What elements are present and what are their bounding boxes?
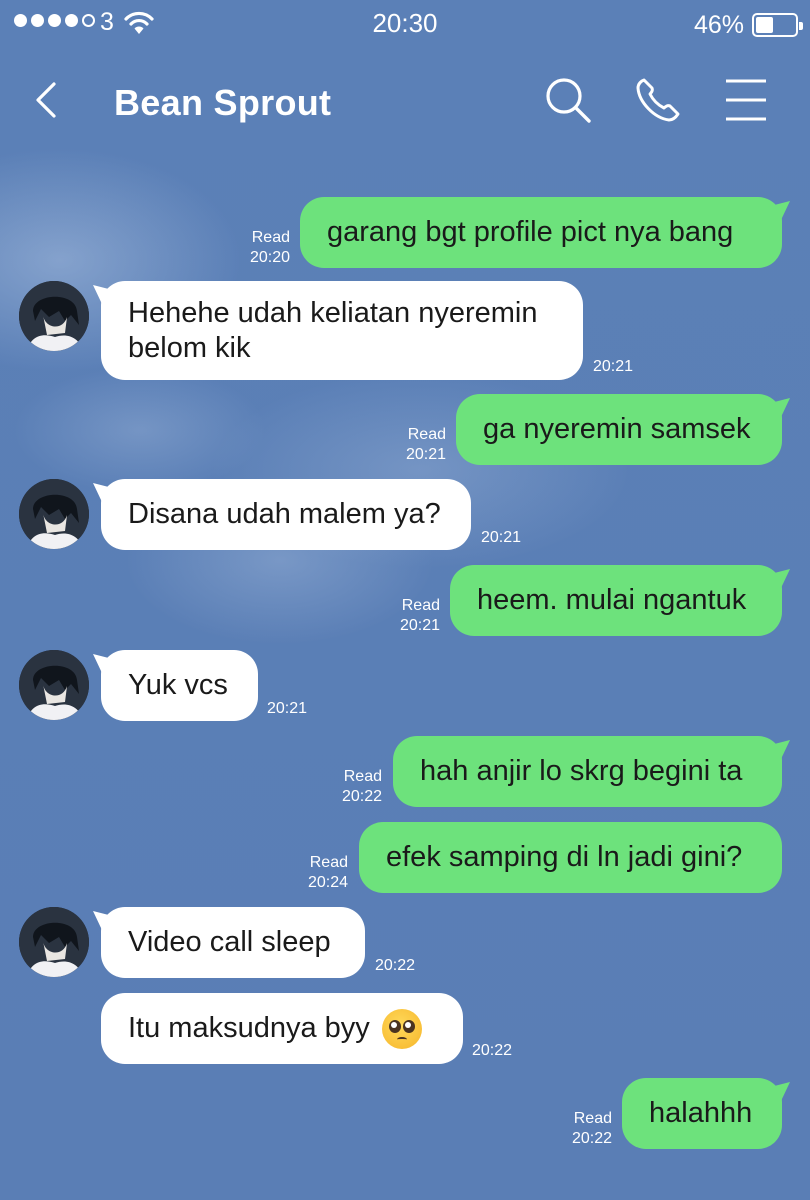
contact-avatar[interactable]: [19, 479, 89, 549]
avatar-image: [19, 281, 89, 351]
outgoing-message-bubble[interactable]: halahhh: [622, 1078, 782, 1149]
read-receipt: Read 20:21: [399, 597, 440, 634]
message-text: Video call sleep: [128, 926, 331, 958]
read-receipt: Read 20:21: [405, 426, 446, 463]
message-text: Disana udah malem ya?: [128, 498, 441, 530]
outgoing-message-bubble[interactable]: heem. mulai ngantuk: [450, 565, 782, 636]
message-text: Yuk vcs: [128, 669, 228, 701]
contact-avatar[interactable]: [19, 907, 89, 977]
message-time: 20:21: [267, 700, 308, 717]
message-text: Itu maksudnya byy: [128, 1012, 370, 1044]
incoming-message-bubble[interactable]: Disana udah malem ya?: [101, 479, 471, 550]
read-receipt: Read 20:22: [571, 1110, 612, 1147]
outgoing-message-bubble[interactable]: garang bgt profile pict nya bang: [300, 197, 782, 268]
avatar-image: [19, 479, 89, 549]
message-list[interactable]: Read 20:20 garang bgt profile pict nya b…: [0, 0, 810, 1200]
incoming-message-bubble[interactable]: Video call sleep: [101, 907, 365, 978]
message-time: 20:22: [375, 957, 416, 974]
incoming-message-bubble[interactable]: Hehehe udah keliatan nyeremin belom kik: [101, 281, 583, 380]
message-time: 20:22: [472, 1042, 513, 1059]
contact-avatar[interactable]: [19, 281, 89, 351]
message-text: hah anjir lo skrg begini ta: [420, 755, 743, 787]
avatar-image: [19, 650, 89, 720]
incoming-message-bubble[interactable]: Yuk vcs: [101, 650, 258, 721]
incoming-message-bubble[interactable]: Itu maksudnya byy: [101, 993, 463, 1064]
message-text: heem. mulai ngantuk: [477, 584, 747, 616]
avatar-image: [19, 907, 89, 977]
read-receipt: Read 20:22: [341, 768, 382, 805]
outgoing-message-bubble[interactable]: efek samping di ln jadi gini?: [359, 822, 782, 893]
read-receipt: Read 20:24: [307, 854, 348, 891]
read-receipt: Read 20:20: [249, 229, 290, 266]
outgoing-message-bubble[interactable]: hah anjir lo skrg begini ta: [393, 736, 782, 807]
message-text: Hehehe udah keliatan nyeremin belom kik: [128, 296, 538, 364]
contact-avatar[interactable]: [19, 650, 89, 720]
pleading-face-icon: [381, 1008, 422, 1049]
message-text: ga nyeremin samsek: [483, 413, 751, 445]
message-time: 20:21: [481, 529, 522, 546]
message-text: garang bgt profile pict nya bang: [327, 216, 734, 248]
message-text: efek samping di ln jadi gini?: [386, 841, 743, 873]
message-time: 20:21: [593, 358, 634, 375]
outgoing-message-bubble[interactable]: ga nyeremin samsek: [456, 394, 782, 465]
message-text: halahhh: [649, 1097, 753, 1129]
